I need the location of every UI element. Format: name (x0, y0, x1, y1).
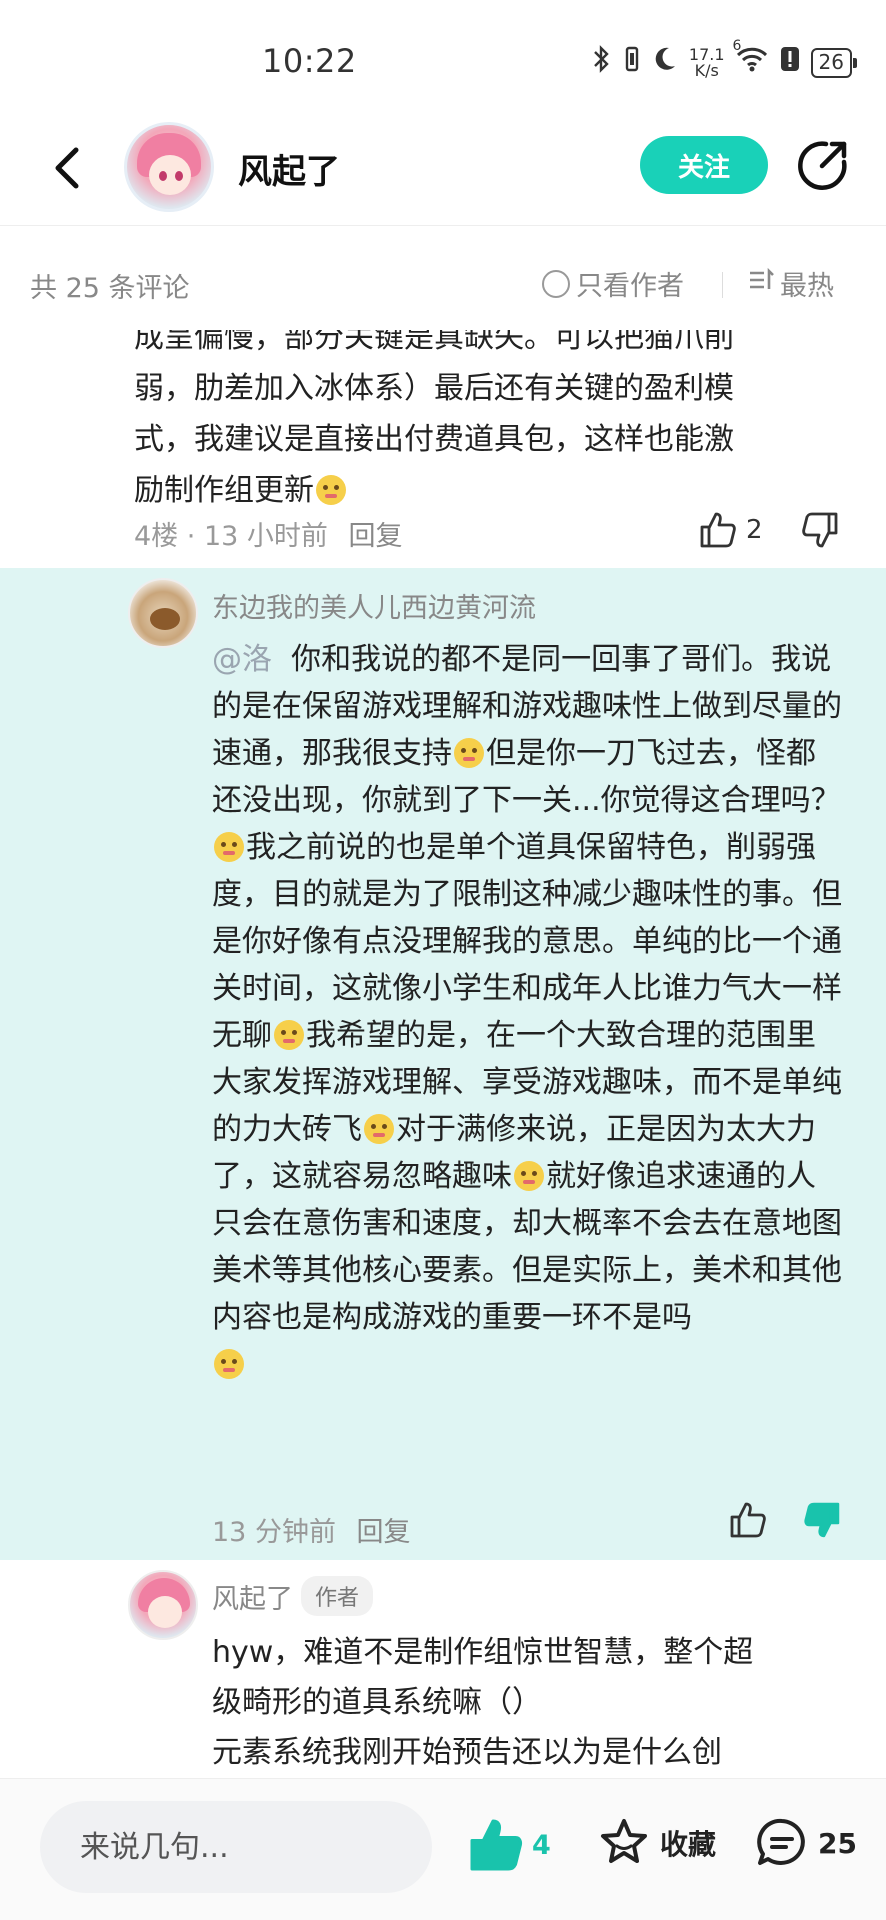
comment-line: 弱，肋差加入冰体系）最后还有关键的盈利模 (134, 371, 734, 406)
author-avatar[interactable] (124, 122, 214, 212)
author-only-label: 只看作者 (576, 271, 684, 302)
thumbs-up-icon (470, 1819, 523, 1871)
comments-button[interactable]: 25 (754, 1815, 857, 1871)
reply-text: @洛 你和我说的都不是同一回事了哥们。我说的是在保留游戏理解和游戏趣味性上做到尽… (212, 636, 842, 1388)
reply-username[interactable]: 东边我的美人儿西边黄河流 (212, 586, 536, 625)
post-like-count: 4 (532, 1829, 551, 1861)
battery-indicator: 26 (810, 47, 858, 78)
comment-text: 成呈偏慢，部分关键是真缺失。可以把猫爪削 弱，肋差加入冰体系）最后还有关键的盈利… (134, 330, 834, 516)
reply-meta: 13 分钟前 回复 (212, 1510, 411, 1549)
sort-label: 最热 (780, 271, 834, 302)
like-button[interactable] (728, 1500, 768, 1544)
reply-text: hyw，难道不是制作组惊世智慧，整个超 级畸形的道具系统嘛（） 元素系统我刚开始… (212, 1628, 852, 1778)
radio-icon (542, 269, 570, 298)
reply-username[interactable]: 风起了 (212, 1577, 293, 1616)
author-reply: 风起了 作者 hyw，难道不是制作组惊世智慧，整个超 级畸形的道具系统嘛（） 元… (0, 1560, 886, 1780)
reply-time: 13 分钟前 (212, 1517, 336, 1548)
sort-toggle[interactable]: 最热 (748, 264, 834, 303)
post-like-button[interactable]: 4 (466, 1815, 551, 1875)
author-name-row: 风起了 作者 (212, 1576, 374, 1616)
wifi-icon: 6 (733, 38, 769, 81)
net-speed-unit: K/s (694, 60, 719, 80)
reply-avatar[interactable] (128, 578, 198, 648)
sort-icon (748, 267, 774, 300)
comment-line: 励制作组更新 (134, 465, 834, 516)
like-count: 2 (746, 515, 763, 545)
post-header: 风起了 关注 (0, 118, 886, 226)
vibrate-icon (623, 44, 641, 81)
author-only-toggle[interactable]: 只看作者 (542, 264, 684, 303)
thumbs-up-icon (700, 512, 736, 548)
moon-icon (651, 44, 679, 81)
reply-button[interactable]: 回复 (357, 1517, 411, 1548)
thinking-emoji-icon (214, 1349, 244, 1379)
mention-link[interactable]: @洛 (212, 642, 272, 677)
comment-line: 成呈偏慢，部分关键是真缺失。可以把猫爪削 (134, 330, 734, 355)
reply-line: 级畸形的道具系统嘛（） (212, 1685, 542, 1720)
back-icon[interactable] (42, 138, 92, 198)
author-badge: 作者 (301, 1576, 374, 1616)
comment-meta: 4楼 · 13 小时前 回复 (134, 514, 403, 553)
highlighted-reply: 东边我的美人儿西边黄河流 @洛 你和我说的都不是同一回事了哥们。我说的是在保留游… (0, 568, 886, 1560)
meta-separator: · (186, 521, 204, 552)
comment-line: 式，我建议是直接出付费道具包，这样也能激 (134, 422, 734, 457)
comment-count-text: 共 25 条评论 (30, 273, 190, 304)
status-icons: 17.1 K/s 6 26 (591, 38, 858, 81)
thumbs-down-icon (802, 512, 838, 548)
network-speed: 17.1 K/s (689, 46, 725, 80)
follow-button[interactable]: 关注 (640, 136, 768, 194)
tongue-emoji-icon (274, 1020, 304, 1050)
thumbs-down-icon (804, 1502, 840, 1538)
wifi-label: 6 (732, 38, 742, 54)
divider (722, 272, 723, 298)
reply-button[interactable]: 回复 (349, 521, 403, 552)
bottom-action-bar: 4 收藏 25 (0, 1778, 886, 1920)
author-name-title[interactable]: 风起了 (238, 144, 340, 193)
comment-time: 13 小时前 (203, 521, 328, 552)
floor-number: 4楼 (134, 521, 179, 552)
status-bar: 10:22 17.1 K/s 6 26 (0, 0, 886, 120)
reply-avatar[interactable] (128, 1570, 198, 1640)
comment-item: 成呈偏慢，部分关键是真缺失。可以把猫爪削 弱，肋差加入冰体系）最后还有关键的盈利… (0, 330, 886, 568)
comment-filter-bar: 共 25 条评论 只看作者 最热 (0, 252, 886, 312)
alert-icon (779, 44, 801, 81)
comment-bubble-icon (757, 1818, 805, 1865)
comment-input[interactable] (40, 1801, 432, 1893)
like-button[interactable]: 2 (698, 510, 763, 550)
tongue-emoji-icon (514, 1161, 544, 1191)
status-time: 10:22 (262, 42, 357, 80)
reply-line: 元素系统我刚开始预告还以为是什么创 (212, 1735, 722, 1770)
thinking-emoji-icon (454, 738, 484, 768)
comment-line-text: 励制作组更新 (134, 473, 314, 508)
reply-line: hyw，难道不是制作组惊世智慧，整个超 (212, 1635, 754, 1670)
share-icon[interactable] (796, 138, 850, 192)
tongue-emoji-icon (214, 832, 244, 862)
collect-button[interactable]: 收藏 (596, 1815, 716, 1871)
smirk-emoji-icon (316, 475, 346, 505)
dislike-button[interactable] (800, 510, 840, 554)
bluetooth-icon (591, 44, 613, 81)
comment-count: 25 (818, 1826, 857, 1860)
tongue-emoji-icon (364, 1114, 394, 1144)
dislike-button-active[interactable] (802, 1500, 842, 1544)
collect-label: 收藏 (660, 1828, 717, 1861)
star-icon (601, 1819, 647, 1863)
thumbs-up-icon (730, 1502, 766, 1538)
